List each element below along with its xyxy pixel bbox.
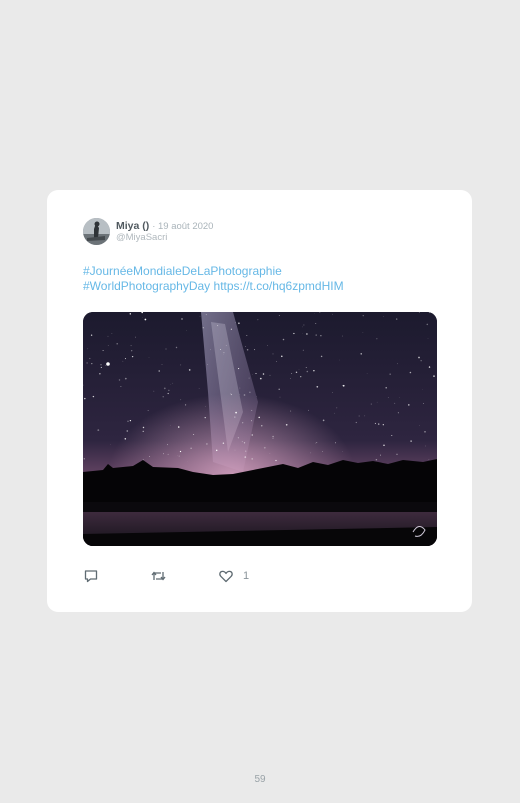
avatar[interactable] bbox=[83, 218, 110, 245]
reply-icon bbox=[84, 570, 98, 583]
tweet-actions: 1 bbox=[83, 568, 443, 584]
hashtag-and-url-link[interactable]: #WorldPhotographyDay https://t.co/hq6zpm… bbox=[83, 279, 453, 294]
reply-button[interactable] bbox=[83, 568, 99, 584]
author-handle[interactable]: @MiyaSacri bbox=[116, 232, 167, 244]
page-number: 59 bbox=[254, 774, 266, 785]
tweet-card: Miya () · 19 août 2020 @MiyaSacri #Journ… bbox=[47, 190, 472, 612]
author-name[interactable]: Miya () bbox=[116, 220, 149, 232]
retweet-button[interactable] bbox=[150, 568, 167, 584]
heart-icon bbox=[219, 570, 233, 583]
milky-way-photo[interactable] bbox=[83, 312, 437, 546]
like-button[interactable]: 1 bbox=[218, 568, 249, 584]
retweet-icon bbox=[151, 571, 166, 581]
like-count: 1 bbox=[243, 570, 250, 582]
tweet-text: #JournéeMondialeDeLaPhotographie #WorldP… bbox=[83, 264, 453, 294]
tweet-date[interactable]: · 19 août 2020 bbox=[152, 221, 213, 232]
hashtag-link[interactable]: #JournéeMondialeDeLaPhotographie bbox=[83, 264, 453, 279]
